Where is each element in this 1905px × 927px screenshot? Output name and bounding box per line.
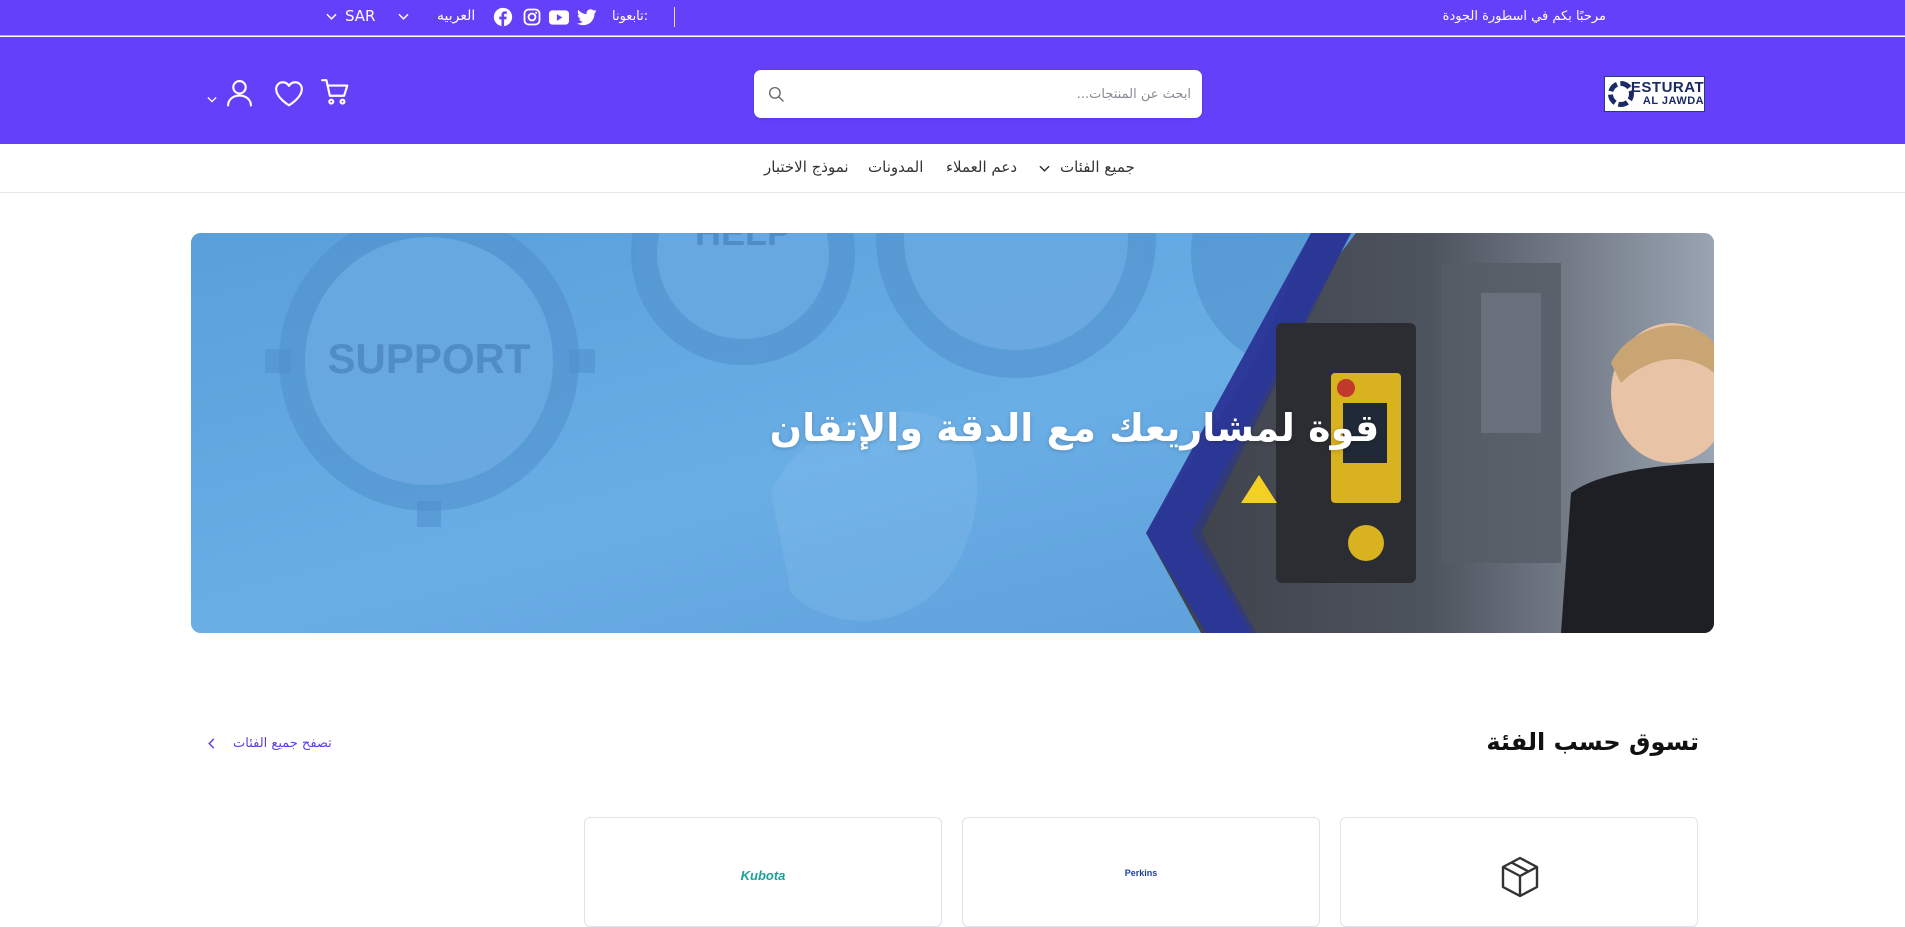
svg-text:HELP: HELP: [695, 233, 791, 253]
kubota-logo: Kubota: [585, 868, 941, 883]
chevron-down-icon: [326, 13, 337, 20]
youtube-icon[interactable]: [549, 7, 569, 27]
browse-all-label: تصفح جميع الفئات: [233, 736, 332, 751]
chevron-left-icon: [208, 738, 215, 749]
user-icon[interactable]: [226, 79, 253, 111]
follow-label: تابعونا:: [612, 9, 649, 24]
nav-item-label: دعم العملاء: [946, 158, 1018, 176]
main-header: ESTURAT AL JAWDA: [0, 37, 1905, 144]
hero-title: قوة لمشاريعك مع الدقة والإتقان: [769, 406, 1380, 450]
nav-item-label: جميع الفئات: [1060, 158, 1135, 176]
nav-item-label: نموذج الاختبار: [764, 158, 849, 176]
section-title: تسوق حسب الفئة: [1486, 728, 1699, 756]
main-nav: جميع الفئات دعم العملاء المدونات نموذج ا…: [0, 144, 1905, 193]
kubota-brand-text: Kubota: [740, 868, 786, 883]
box-icon: [1501, 856, 1539, 898]
top-bar-divider: [674, 7, 675, 27]
cart-icon[interactable]: [320, 77, 350, 111]
chevron-down-icon[interactable]: [207, 88, 217, 107]
perkins-brand-text: Perkins: [1124, 868, 1158, 878]
facebook-icon[interactable]: [493, 7, 513, 27]
chevron-down-icon[interactable]: [1039, 165, 1050, 172]
hero-banner[interactable]: SUPPORT HELP قوة لمشاريعك مع الدقة والإت…: [191, 233, 1714, 633]
search-box: [754, 70, 1202, 118]
twitter-icon[interactable]: [577, 7, 597, 27]
top-bar: مرحبًا بكم في اسطورة الجودة تابعونا: الع…: [0, 0, 1905, 36]
nav-item-test-form[interactable]: نموذج الاختبار: [764, 158, 849, 176]
perkins-logo: Perkins: [963, 868, 1319, 878]
svg-text:SUPPORT: SUPPORT: [327, 335, 530, 382]
logo-text-line1: ESTURAT: [1630, 79, 1705, 96]
currency-selector[interactable]: SAR: [326, 7, 375, 25]
language-label: العربيه: [437, 8, 476, 24]
currency-label: SAR: [345, 7, 376, 25]
search-input[interactable]: [794, 70, 1194, 118]
nav-item-label: المدونات: [868, 158, 924, 176]
browse-all-categories-link[interactable]: تصفح جميع الفئات: [208, 736, 332, 751]
welcome-text: مرحبًا بكم في اسطورة الجودة: [1442, 9, 1606, 24]
category-card[interactable]: Kubota: [584, 817, 942, 927]
instagram-icon[interactable]: [522, 7, 542, 27]
nav-item-all-categories[interactable]: جميع الفئات: [1060, 158, 1135, 176]
logo-text-line2: AL JAWDA: [1642, 95, 1705, 107]
heart-icon[interactable]: [274, 80, 304, 111]
category-card[interactable]: Perkins: [962, 817, 1320, 927]
logo-gear-icon: [1608, 81, 1634, 107]
nav-item-blogs[interactable]: المدونات: [868, 158, 923, 176]
site-logo[interactable]: ESTURAT AL JAWDA: [1604, 76, 1705, 112]
search-icon[interactable]: [767, 85, 785, 103]
nav-item-customer-support[interactable]: دعم العملاء: [946, 158, 1017, 176]
language-selector[interactable]: العربيه: [398, 8, 475, 24]
chevron-down-icon: [398, 13, 409, 20]
category-card[interactable]: [1340, 817, 1698, 927]
